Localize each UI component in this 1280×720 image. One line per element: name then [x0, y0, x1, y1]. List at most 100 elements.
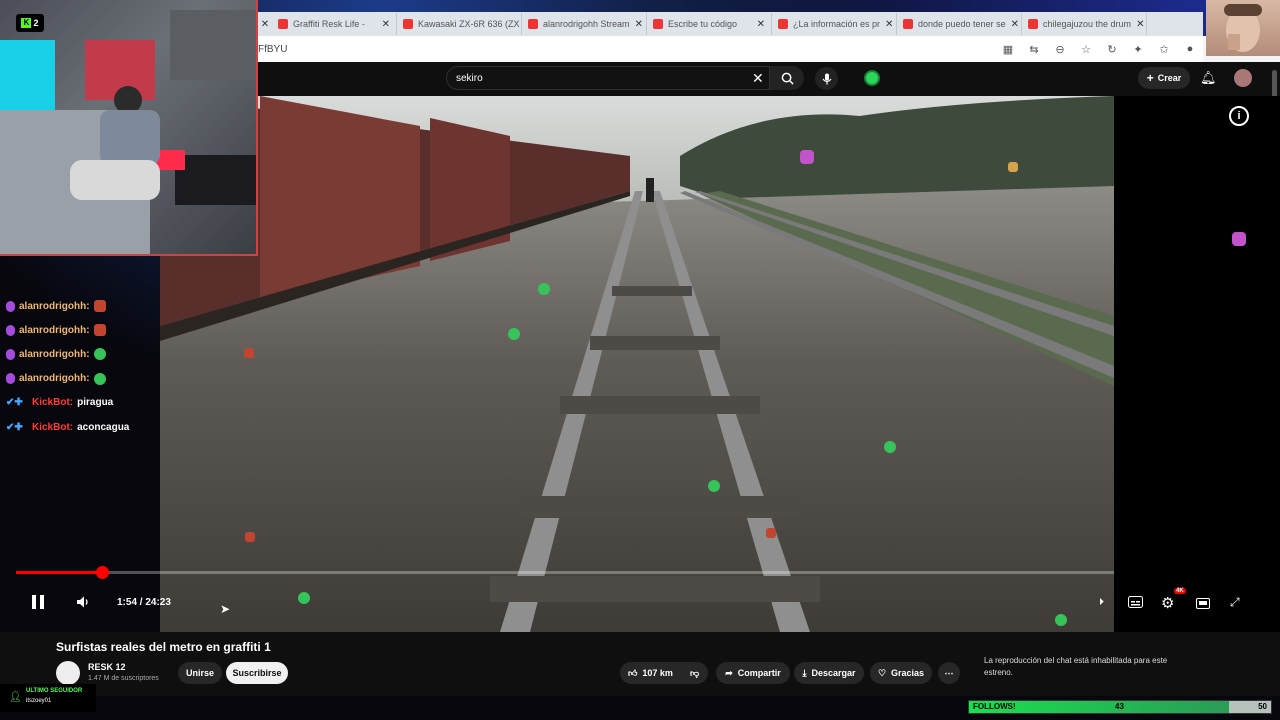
chat-text: aconcagua — [77, 421, 130, 433]
like-button[interactable]: 👍︎ 107 km — [628, 668, 673, 679]
subtitles-button[interactable] — [1128, 595, 1143, 611]
browser-tab[interactable]: ¿La información es pr ✕ — [772, 13, 897, 35]
browser-tab[interactable]: Kawasaki ZX-6R 636 (ZX✕ — [397, 13, 522, 35]
video-player[interactable] — [160, 96, 1114, 632]
apps-icon[interactable]: ▦ — [1001, 43, 1015, 56]
thumbs-up-icon: 👍︎ — [628, 667, 638, 678]
follows-goal: 50 — [1258, 702, 1267, 711]
floating-emote — [508, 328, 520, 340]
extensions-icon[interactable]: ✦ — [1131, 43, 1145, 56]
chat-username[interactable]: alanrodrigohh: — [19, 373, 90, 384]
subscribe-button[interactable]: Suscribirse — [226, 662, 288, 684]
like-count: 107 km — [642, 668, 673, 678]
floating-emote — [538, 283, 550, 295]
subscribe-label: Suscribirse — [232, 668, 282, 678]
pause-button[interactable] — [30, 594, 46, 613]
channel-avatar[interactable] — [56, 661, 80, 685]
chat-username[interactable]: alanrodrigohh: — [19, 301, 90, 312]
chat-username[interactable]: alanrodrigohh: — [19, 349, 90, 360]
channel-name[interactable]: RESK 12 — [88, 662, 126, 672]
browser-tab[interactable]: Graffiti Resk Life - ✕ — [272, 13, 397, 35]
floating-emote — [708, 480, 720, 492]
progress-bar[interactable] — [16, 566, 1114, 579]
chat-username[interactable]: KickBot: — [32, 397, 73, 408]
dislike-button[interactable]: 👎︎ — [690, 668, 699, 679]
search-button[interactable] — [770, 66, 804, 90]
join-button[interactable]: Unirse — [178, 662, 222, 684]
streamer-webcam: K 2 — [0, 0, 258, 256]
video-frame-railway — [160, 96, 1114, 632]
floating-emote — [298, 592, 310, 604]
favorites-icon[interactable]: ✩ — [1157, 43, 1171, 56]
notifications-bell-icon[interactable]: 🔔︎ — [1200, 70, 1217, 86]
kick-viewer-badge: K 2 — [16, 14, 44, 32]
zoom-icon[interactable]: ⊖ — [1053, 43, 1067, 56]
volume-button[interactable] — [76, 595, 90, 612]
progress-scrubber[interactable] — [96, 566, 109, 579]
browser-tab[interactable]: chilegajuzou the drum ✕ — [1022, 13, 1147, 35]
address-bar-icons: ▦ ⇆ ⊖ ☆ ↻ ✦ ✩ ● — [1001, 43, 1203, 56]
stream-chat: alanrodrigohh: alanrodrigohh: alanrodrigoh… — [6, 294, 261, 439]
floating-emote — [800, 150, 814, 164]
mouse-cursor-icon: ➤ — [220, 602, 231, 616]
settings-gear-icon[interactable]: ⚙ — [1161, 594, 1174, 612]
verified-bot-icon: ✔✚ — [6, 421, 23, 433]
chat-username[interactable]: KickBot: — [32, 422, 73, 433]
webcam-scene — [0, 10, 256, 254]
tab-favicon-icon — [403, 19, 413, 29]
search-value: sekiro — [456, 72, 483, 84]
tab-label: alanrodrigohh Stream — [543, 19, 630, 29]
floating-emote — [1008, 162, 1018, 172]
autoplay-toggle[interactable]: ⏵ — [1099, 597, 1104, 608]
tab-close-icon[interactable]: ✕ — [382, 19, 390, 30]
voice-search-button[interactable] — [815, 67, 838, 90]
floating-emote — [245, 532, 255, 542]
join-label: Unirse — [185, 668, 214, 678]
miniplayer-icon — [1196, 598, 1210, 609]
miniplayer-button[interactable] — [1196, 596, 1210, 612]
floating-emote — [884, 441, 896, 453]
profile-icon[interactable]: ● — [1183, 43, 1197, 56]
tab-favicon-icon — [1028, 19, 1038, 29]
tab-close-icon[interactable]: ✕ — [1136, 19, 1144, 30]
tab-close-icon[interactable]: ✕ — [635, 19, 643, 30]
volume-icon — [77, 596, 88, 608]
viewer-count: 2 — [33, 18, 39, 28]
chat-emote-icon — [93, 324, 106, 337]
browser-tab[interactable]: Escribe tu código ✕ — [647, 13, 772, 35]
fullscreen-icon[interactable]: ⤢ — [1230, 595, 1240, 610]
refresh-icon[interactable]: ↻ — [1105, 43, 1119, 56]
tab-close-icon[interactable]: ✕ — [885, 19, 893, 30]
last-follower-widget: 👤︎ ULTIMO SEGUIDOR itszoey01 — [0, 684, 96, 712]
clear-search-icon[interactable]: ✕ — [752, 70, 764, 87]
share-button[interactable]: ➦ Compartir — [716, 662, 790, 684]
browser-tab[interactable]: alanrodrigohh Stream ✕ — [522, 13, 647, 35]
browser-tab[interactable]: donde puedo tener se ✕ — [897, 13, 1022, 35]
subscriber-badge-icon — [6, 300, 15, 312]
thanks-button[interactable]: ♡ Gracias — [870, 662, 932, 684]
tab-label: Escribe tu código — [668, 19, 738, 29]
chat-username[interactable]: alanrodrigohh: — [19, 325, 90, 336]
address-bar[interactable]: FfBYU ▦ ⇆ ⊖ ☆ ↻ ✦ ✩ ● — [258, 36, 1203, 62]
close-icon[interactable]: ✕ — [258, 19, 272, 30]
tab-favicon-icon — [903, 19, 913, 29]
tab-close-icon[interactable]: ✕ — [757, 19, 765, 30]
like-dislike-group: 👍︎ 107 km 👎︎ — [620, 662, 708, 684]
info-icon[interactable]: i — [1229, 106, 1249, 126]
floating-emote — [766, 528, 776, 538]
tab-label: Kawasaki ZX-6R 636 (ZX — [418, 19, 520, 29]
kick-logo-icon: K — [21, 18, 32, 28]
tab-close-icon[interactable]: ✕ — [1011, 19, 1019, 30]
thumbs-down-icon: 👎︎ — [689, 667, 700, 678]
last-follower-label: ULTIMO SEGUIDOR — [26, 688, 83, 694]
account-avatar[interactable] — [1234, 69, 1252, 87]
star-icon[interactable]: ☆ — [1079, 43, 1093, 56]
stream-screen: ✕ Graffiti Resk Life - ✕ Kawasaki ZX-6R 63… — [0, 0, 1280, 720]
download-button[interactable]: ⤓ Descargar — [794, 662, 864, 684]
chat-emote-icon — [93, 300, 106, 313]
more-actions-button[interactable]: ⋯ — [938, 662, 960, 684]
search-input[interactable]: sekiro — [446, 66, 770, 90]
second-webcam-face — [1224, 4, 1262, 52]
create-button[interactable]: + Crear — [1138, 67, 1190, 89]
translate-icon[interactable]: ⇆ — [1027, 43, 1041, 56]
